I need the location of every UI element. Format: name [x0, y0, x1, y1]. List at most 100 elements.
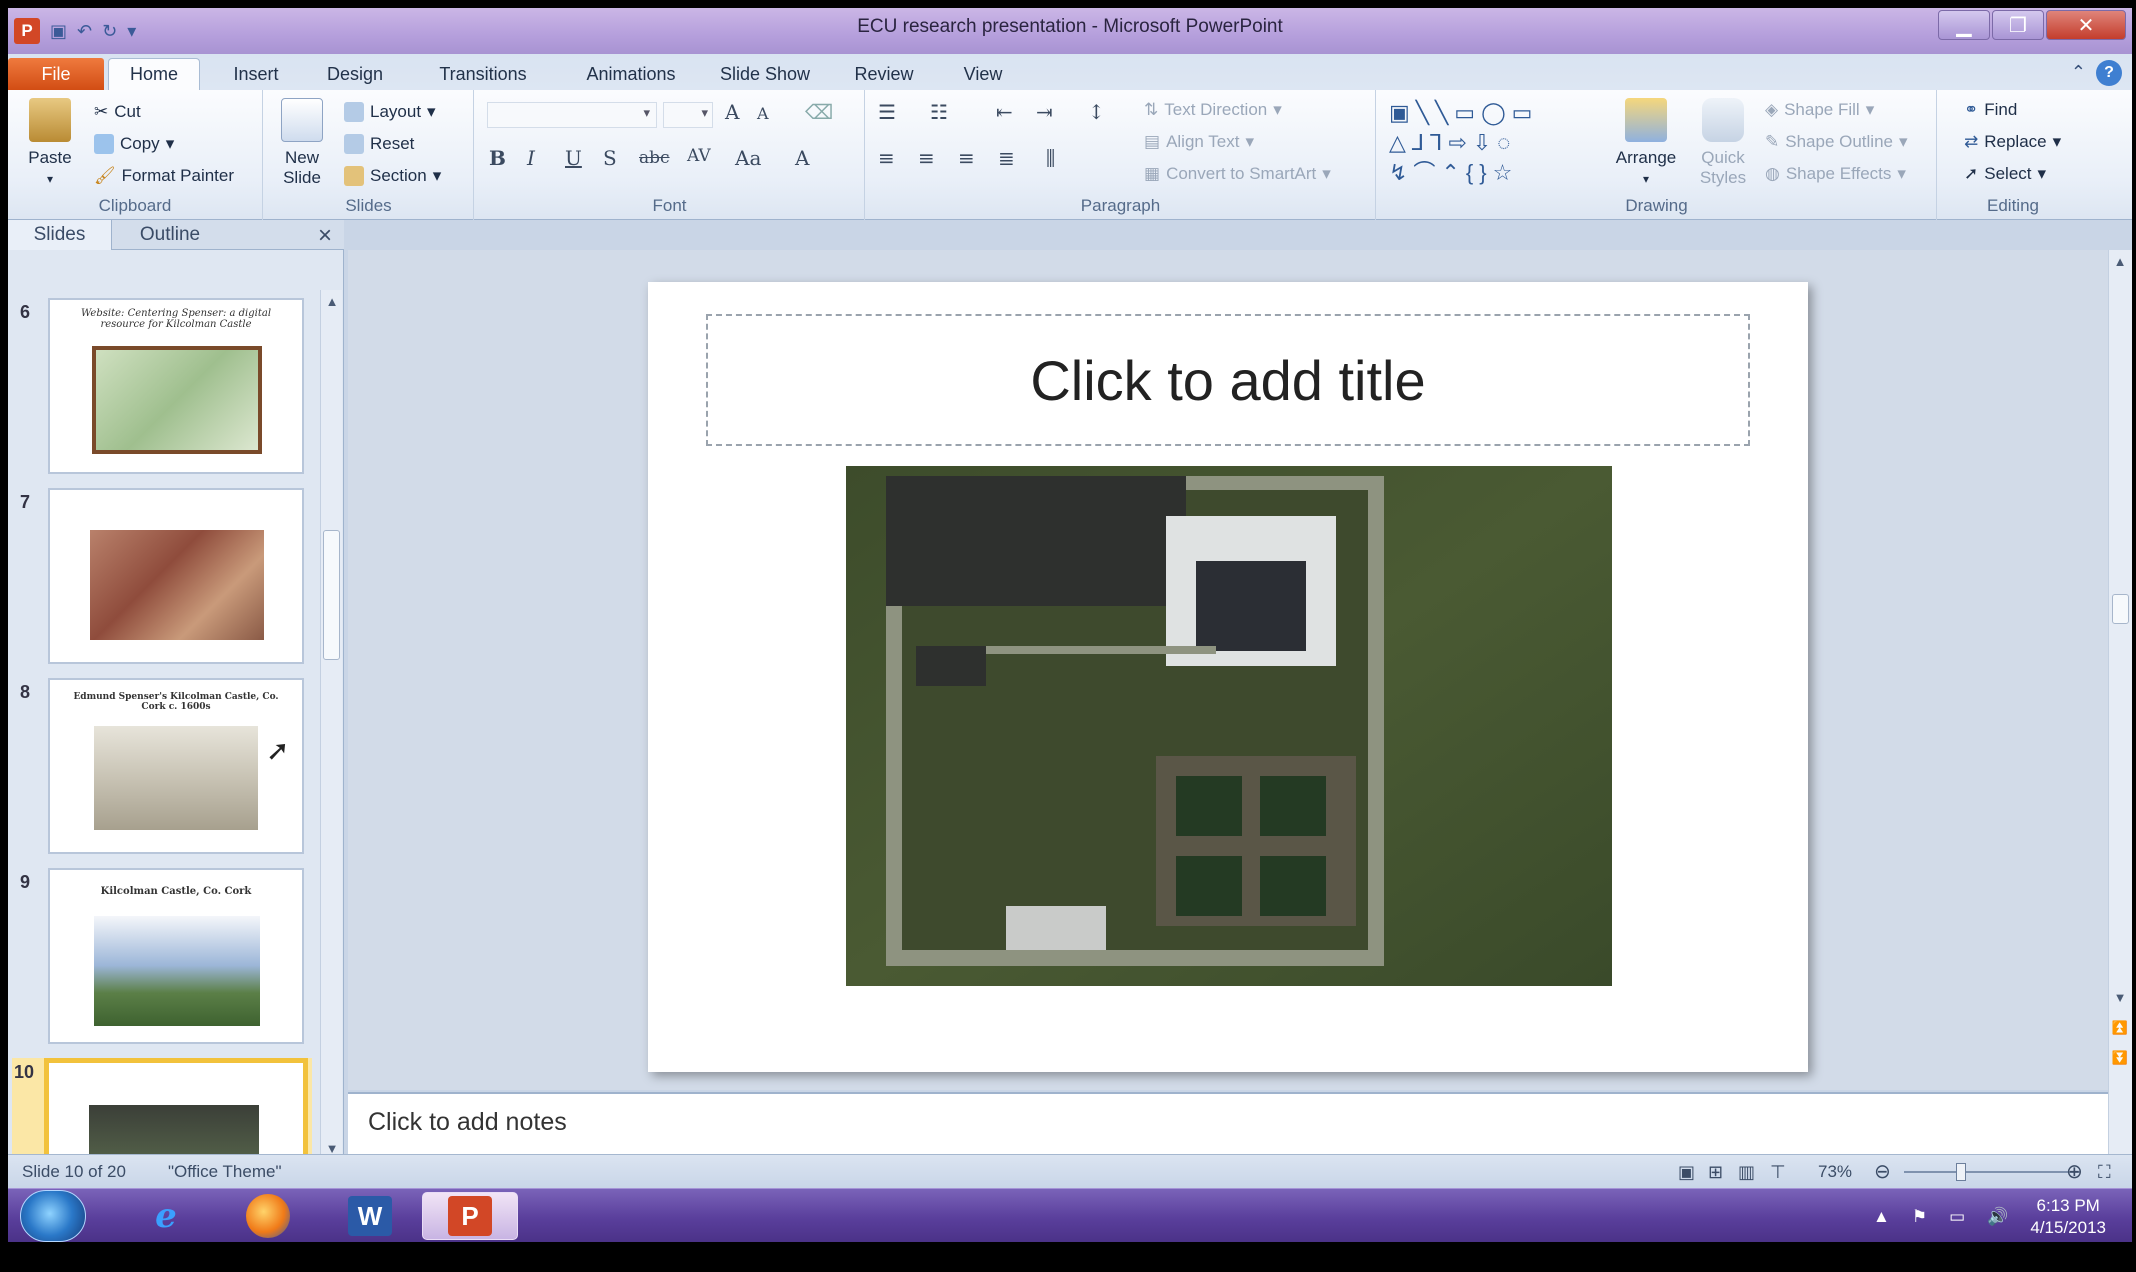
align-text-button[interactable]: ▤ Align Text ▾ — [1144, 132, 1254, 152]
text-direction-button[interactable]: ⇅ Text Direction ▾ — [1144, 100, 1282, 120]
zoom-slider[interactable] — [1904, 1163, 2080, 1181]
shape-fill-button[interactable]: ◈ Shape Fill ▾ — [1765, 100, 1874, 120]
minimize-button[interactable]: ▁ — [1938, 10, 1990, 40]
firefox-icon[interactable] — [222, 1192, 314, 1240]
shape-effects-button[interactable]: ◍ Shape Effects ▾ — [1765, 164, 1906, 184]
theme-name[interactable]: "Office Theme" — [168, 1162, 282, 1182]
change-case-button[interactable]: Aa — [735, 146, 761, 170]
network-icon[interactable]: ▭ — [1949, 1207, 1965, 1227]
minimize-ribbon-icon[interactable]: ⌃ — [2071, 62, 2086, 83]
tab-insert[interactable]: Insert — [216, 58, 296, 90]
convert-smartart-button[interactable]: ▦ Convert to SmartArt ▾ — [1144, 164, 1331, 184]
align-right-icon[interactable]: ≡ — [958, 146, 975, 170]
slide-scrollbar[interactable]: ▲ ▼ ⏫ ⏬ — [2108, 250, 2132, 1160]
shrink-font-button[interactable]: A — [757, 104, 769, 123]
zoom-level[interactable]: 73% — [1818, 1162, 1852, 1182]
tab-review[interactable]: Review — [844, 58, 924, 90]
zoom-in-icon[interactable]: ⊕ — [2066, 1159, 2083, 1184]
zoom-out-icon[interactable]: ⊖ — [1874, 1159, 1891, 1184]
italic-button[interactable]: I — [527, 146, 535, 170]
notes-pane[interactable]: Click to add notes — [348, 1092, 2108, 1154]
fit-to-window-icon[interactable]: ⛶ — [2098, 1162, 2111, 1183]
slide-show-icon[interactable]: ⊤ — [1770, 1162, 1786, 1183]
columns-icon[interactable]: ⫼ — [1046, 146, 1055, 170]
align-left-icon[interactable]: ≡ — [878, 146, 895, 170]
section-button[interactable]: Section ▾ — [344, 166, 441, 186]
slide-thumbnail-7[interactable] — [48, 488, 304, 664]
replace-button[interactable]: ⇄ Replace ▾ — [1964, 132, 2061, 152]
slide-thumbnail-6[interactable]: Website: Centering Spenser: a digital re… — [48, 298, 304, 474]
word-icon[interactable]: W — [324, 1192, 416, 1240]
increase-indent-icon[interactable]: ⇥ — [1036, 100, 1053, 124]
internet-explorer-icon[interactable]: e — [120, 1192, 212, 1240]
next-slide-icon[interactable]: ⏬ — [2109, 1050, 2131, 1066]
restore-button[interactable]: ❐ — [1992, 10, 2044, 40]
tab-design[interactable]: Design — [310, 58, 400, 90]
thumbnail-caption: Kilcolman Castle, Co. Cork — [100, 886, 252, 897]
underline-button[interactable]: U — [565, 146, 582, 170]
zoom-slider-thumb[interactable] — [1956, 1163, 1966, 1181]
align-center-icon[interactable]: ≡ — [918, 146, 935, 170]
format-painter-button[interactable]: 🖌 Format Painter — [94, 166, 234, 186]
scroll-up-icon[interactable]: ▲ — [321, 294, 343, 309]
castle-model-image[interactable] — [846, 466, 1612, 986]
character-spacing-button[interactable]: AV — [687, 146, 711, 166]
cut-button[interactable]: ✂ Cut — [94, 102, 141, 122]
find-button[interactable]: ⚭ Find — [1964, 100, 2017, 120]
normal-view-icon[interactable]: ▣ — [1678, 1162, 1695, 1183]
font-color-button[interactable]: A — [795, 146, 809, 170]
shape-outline-button[interactable]: ✎ Shape Outline ▾ — [1765, 132, 1908, 152]
clear-formatting-icon[interactable]: ⌫ — [805, 100, 833, 124]
close-pane-icon[interactable]: × — [318, 222, 332, 250]
show-hidden-icons-icon[interactable]: ▲ — [1873, 1207, 1890, 1227]
title-placeholder[interactable]: Click to add title — [706, 314, 1750, 446]
strikethrough-button[interactable]: abc — [639, 148, 670, 168]
copy-icon — [94, 134, 114, 154]
help-icon[interactable]: ? — [2096, 60, 2122, 86]
numbering-icon[interactable]: ☷ — [930, 100, 948, 124]
select-button[interactable]: ➚ Select ▾ — [1964, 164, 2046, 184]
scroll-thumb[interactable] — [323, 530, 340, 660]
tab-transitions[interactable]: Transitions — [418, 58, 548, 90]
font-size-box[interactable]: ▾ — [663, 102, 713, 128]
close-button[interactable]: ✕ — [2046, 10, 2126, 40]
slide-thumbnail-10[interactable] — [44, 1058, 308, 1168]
tab-slide-show[interactable]: Slide Show — [710, 58, 820, 90]
tab-home[interactable]: Home — [108, 58, 200, 90]
reset-button[interactable]: Reset — [344, 134, 414, 154]
text-shadow-button[interactable]: S — [603, 146, 617, 170]
scroll-down-icon[interactable]: ▼ — [2109, 990, 2131, 1005]
start-button[interactable] — [20, 1190, 86, 1242]
bullets-icon[interactable]: ☰ — [878, 100, 896, 124]
tab-view[interactable]: View — [948, 58, 1018, 90]
bold-button[interactable]: B — [489, 146, 506, 170]
paste-button[interactable]: Paste ▾ — [18, 98, 82, 188]
powerpoint-taskbar-icon[interactable]: P — [422, 1192, 518, 1240]
tab-outline-pane[interactable]: Outline — [114, 220, 226, 250]
action-center-flag-icon[interactable]: ⚑ — [1912, 1207, 1927, 1227]
scroll-up-icon[interactable]: ▲ — [2109, 254, 2131, 269]
decrease-indent-icon[interactable]: ⇤ — [996, 100, 1013, 124]
thumbnail-number: 7 — [20, 492, 31, 512]
previous-slide-icon[interactable]: ⏫ — [2109, 1020, 2131, 1036]
reading-view-icon[interactable]: ▥ — [1738, 1162, 1755, 1183]
font-name-box[interactable]: ▾ — [487, 102, 657, 128]
shapes-gallery[interactable]: ▣╲╲▭◯▭ △⅃⅂⇨⇩◌ ↯⌒⌃{}☆ — [1389, 98, 1599, 185]
line-spacing-icon[interactable]: ↕ — [1088, 100, 1105, 124]
layout-button[interactable]: Layout ▾ — [344, 102, 436, 122]
justify-icon[interactable]: ≣ — [998, 146, 1015, 170]
new-slide-button[interactable]: New Slide — [272, 98, 332, 188]
slide-thumbnail-9[interactable]: Kilcolman Castle, Co. Cork — [48, 868, 304, 1044]
copy-button[interactable]: Copy ▾ — [94, 134, 174, 154]
tab-file[interactable]: File — [8, 58, 104, 90]
tab-animations[interactable]: Animations — [566, 58, 696, 90]
scroll-thumb[interactable] — [2112, 594, 2129, 624]
tab-slides-pane[interactable]: Slides — [8, 220, 112, 250]
clock[interactable]: 6:13 PM 4/15/2013 — [2030, 1195, 2106, 1239]
arrange-button[interactable]: Arrange ▾ — [1611, 98, 1681, 188]
grow-font-button[interactable]: A — [725, 100, 739, 124]
slide-sorter-icon[interactable]: ⊞ — [1708, 1162, 1723, 1183]
quick-styles-button[interactable]: Quick Styles — [1691, 98, 1755, 188]
volume-icon[interactable]: 🔊 — [1987, 1207, 2008, 1227]
thumbnail-scrollbar[interactable]: ▲ ▼ — [320, 290, 342, 1160]
